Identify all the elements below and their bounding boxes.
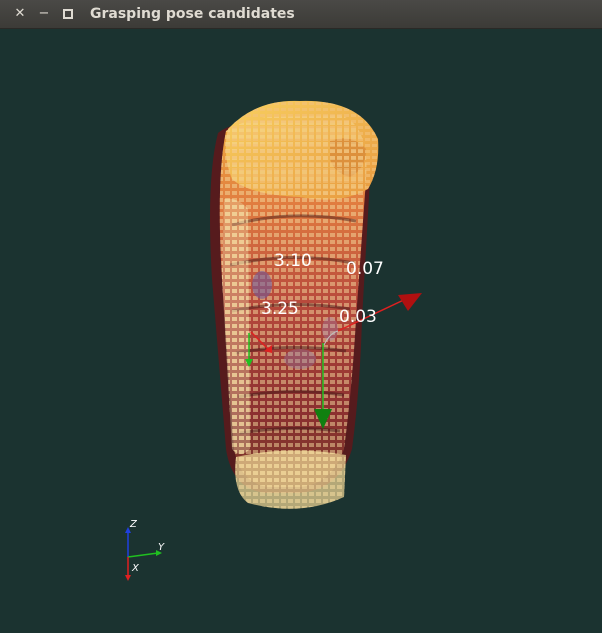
axis-label-y: Y xyxy=(158,542,165,553)
minimize-icon[interactable]: − xyxy=(36,6,52,22)
orientation-axes: Z Y X xyxy=(125,519,165,581)
window-title: Grasping pose candidates xyxy=(90,6,295,22)
app-window: ✕ − Grasping pose candidates 3.10 0.07 3… xyxy=(0,0,602,629)
axis-label-x: X xyxy=(131,563,140,574)
grasp-label-4: 0.03 xyxy=(339,307,377,327)
axis-label-z: Z xyxy=(129,519,138,530)
title-bar[interactable]: ✕ − Grasping pose candidates xyxy=(0,0,602,29)
3d-viewport[interactable]: 3.10 0.07 3.25 0.03 Z Y X xyxy=(0,29,602,629)
grasp-label-1: 3.10 xyxy=(274,251,312,271)
point-cloud-scene: 3.10 0.07 3.25 0.03 Z Y X xyxy=(125,100,422,581)
maximize-icon[interactable] xyxy=(60,6,76,22)
close-icon[interactable]: ✕ xyxy=(12,6,28,22)
grasp-label-2: 0.07 xyxy=(346,259,384,279)
grasp-label-3: 3.25 xyxy=(261,299,299,319)
